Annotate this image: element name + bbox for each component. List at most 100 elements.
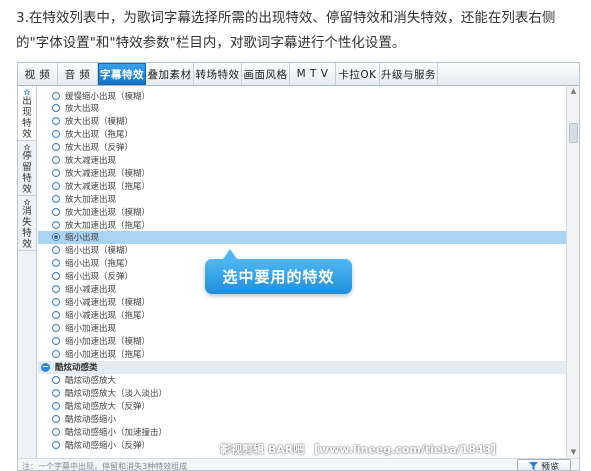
side-tab-disappear-label: 消失特效 xyxy=(22,206,32,250)
radio-button[interactable] xyxy=(52,349,60,358)
radio-button[interactable] xyxy=(52,323,60,332)
scroll-thumb[interactable] xyxy=(569,123,578,143)
radio-button[interactable] xyxy=(52,297,60,306)
list-scrollbar[interactable]: ▲ ▼ xyxy=(566,86,579,458)
radio-button[interactable] xyxy=(52,181,60,190)
list-item[interactable]: 缩小加速出现 xyxy=(38,321,566,334)
radio-button[interactable] xyxy=(52,336,60,345)
star-icon xyxy=(23,199,31,205)
list-item-label: 放大出现（反弹） xyxy=(65,143,134,154)
list-item[interactable]: 酷炫动感缩小（加速撞击） xyxy=(38,425,566,438)
radio-button[interactable] xyxy=(52,143,60,152)
list-item[interactable]: 缩小减速出现（模糊） xyxy=(38,295,566,308)
bottom-note: 注：一个字幕中出现，停留和消失3种特效组成 xyxy=(22,462,188,471)
callout-tail xyxy=(223,249,237,259)
list-item[interactable]: 放大出现（拖尾） xyxy=(38,128,566,141)
radio-button[interactable] xyxy=(52,285,60,293)
list-item[interactable]: 缩小出现 xyxy=(38,230,566,244)
side-tab-appear-label: 出现特效 xyxy=(22,96,32,140)
tab-upgrade-service[interactable]: 升级与服务 xyxy=(380,63,438,85)
radio-button[interactable] xyxy=(52,220,60,229)
tab-transition-effects[interactable]: 转场特效 xyxy=(194,63,242,85)
category-header[interactable]: − 酷炫动感类 xyxy=(38,360,566,374)
radio-button[interactable] xyxy=(52,104,60,113)
list-item[interactable]: 缓慢缩小出现（模糊） xyxy=(38,89,566,102)
radio-button[interactable] xyxy=(52,402,60,411)
star-icon xyxy=(23,89,31,95)
list-item-label: 放大加速出现（拖尾） xyxy=(65,220,151,231)
radio-button[interactable] xyxy=(52,415,60,423)
list-item-label: 缩小加速出现（模糊） xyxy=(65,336,151,347)
radio-button[interactable] xyxy=(52,259,60,268)
radio-button[interactable] xyxy=(52,207,60,216)
intro-text: 3.在特效列表中，为歌词字幕选择所需的出现特效、停留特效和消失特效，还能在列表右… xyxy=(16,10,556,51)
list-item[interactable]: 放大加速出现（模糊） xyxy=(38,205,566,218)
radio-button[interactable] xyxy=(52,156,60,164)
list-item[interactable]: 放大减速出现（拖尾） xyxy=(38,179,566,192)
radio-button[interactable] xyxy=(52,427,60,436)
list-item-label: 酷炫动感放大（淡入淡出） xyxy=(65,389,168,400)
radio-button[interactable] xyxy=(52,130,60,139)
list-item[interactable]: 放大出现 xyxy=(38,102,566,115)
radio-button[interactable] xyxy=(52,91,60,100)
collapse-icon[interactable]: − xyxy=(41,362,50,372)
list-item-label: 放大出现（拖尾） xyxy=(65,130,134,141)
watermark: 影视剪辑 BAR吧 【www.lineeg.com/tieba/1843】 xyxy=(220,443,503,456)
list-item-label: 放大出现 xyxy=(65,104,100,115)
tab-mtv[interactable]: M T V xyxy=(290,63,336,85)
list-item-label: 缩小出现（反弹） xyxy=(65,272,134,283)
preview-button[interactable]: 预览 xyxy=(517,459,571,471)
list-item[interactable]: 缩小减速出现（拖尾） xyxy=(38,308,566,321)
list-item-label: 放大减速出现 xyxy=(65,156,117,166)
side-tab-appear[interactable]: 出现特效 xyxy=(18,86,36,141)
list-item[interactable]: 缩小加速出现（模糊） xyxy=(38,334,566,347)
tab-karaoke[interactable]: 卡拉OK xyxy=(336,63,380,85)
list-item-label: 放大减速出现（拖尾） xyxy=(65,181,151,192)
scroll-up-icon[interactable]: ▲ xyxy=(568,86,579,97)
list-item-label: 缩小加速出现 xyxy=(65,323,117,334)
scroll-down-icon[interactable]: ▼ xyxy=(568,447,579,458)
radio-button[interactable] xyxy=(52,376,60,385)
list-item[interactable]: 放大出现（模糊） xyxy=(38,115,566,128)
tab-video[interactable]: 视 频 xyxy=(18,63,58,85)
tab-audio[interactable]: 音 频 xyxy=(58,63,98,85)
list-item[interactable]: 酷炫动感放大（淡入淡出） xyxy=(38,387,566,400)
list-item-label: 缩小加速出现（拖尾） xyxy=(65,349,151,360)
list-item-label: 酷炫动感缩小（反弹） xyxy=(65,440,151,451)
radio-button[interactable] xyxy=(52,233,60,242)
list-item-label: 缩小减速出现（模糊） xyxy=(65,297,151,308)
radio-button[interactable] xyxy=(52,194,60,203)
radio-button[interactable] xyxy=(52,310,60,319)
side-tab-disappear[interactable]: 消失特效 xyxy=(18,196,36,251)
list-item[interactable]: 放大出现（反弹） xyxy=(38,141,566,154)
list-item-label: 缩小出现（拖尾） xyxy=(65,259,134,270)
star-icon xyxy=(23,144,31,150)
radio-button[interactable] xyxy=(52,117,60,126)
list-item-label: 酷炫动感缩小 xyxy=(65,415,117,425)
list-item[interactable]: 缩小出现（模糊） xyxy=(38,244,566,257)
list-item-label: 酷炫动感放大（反弹） xyxy=(65,402,151,413)
tab-picture-style[interactable]: 画面风格 xyxy=(242,63,290,85)
radio-button[interactable] xyxy=(52,440,60,449)
list-item[interactable]: 酷炫动感缩小 xyxy=(38,413,566,426)
tab-subtitle-effects[interactable]: 字幕特效 xyxy=(98,63,146,85)
radio-button[interactable] xyxy=(52,168,60,177)
list-item[interactable]: 放大减速出现（模糊） xyxy=(38,166,566,179)
radio-button[interactable] xyxy=(52,272,60,281)
side-tab-stay[interactable]: 停留特效 xyxy=(18,141,36,196)
main-tabbar: 视 频 音 频 字幕特效 叠加素材 转场特效 画面风格 M T V 卡拉OK 升… xyxy=(18,63,579,86)
category-label: 酷炫动感类 xyxy=(55,363,98,374)
list-item[interactable]: 缩小加速出现（拖尾） xyxy=(38,347,566,360)
list-item[interactable]: 酷炫动感放大（反弹） xyxy=(38,400,566,413)
callout-text: 选中要用的特效 xyxy=(222,268,335,286)
radio-button[interactable] xyxy=(52,246,60,255)
list-item-label: 放大出现（模糊） xyxy=(65,117,134,128)
list-item[interactable]: 放大加速出现 xyxy=(38,192,566,205)
list-item[interactable]: 放大加速出现（拖尾） xyxy=(38,218,566,231)
list-item-label: 缩小出现 xyxy=(65,233,100,244)
list-item[interactable]: 酷炫动感放大 xyxy=(38,374,566,387)
radio-button[interactable] xyxy=(52,389,60,398)
list-item[interactable]: 放大减速出现 xyxy=(38,154,566,167)
preview-button-label: 预览 xyxy=(540,462,559,471)
tab-overlay-material[interactable]: 叠加素材 xyxy=(146,63,194,85)
